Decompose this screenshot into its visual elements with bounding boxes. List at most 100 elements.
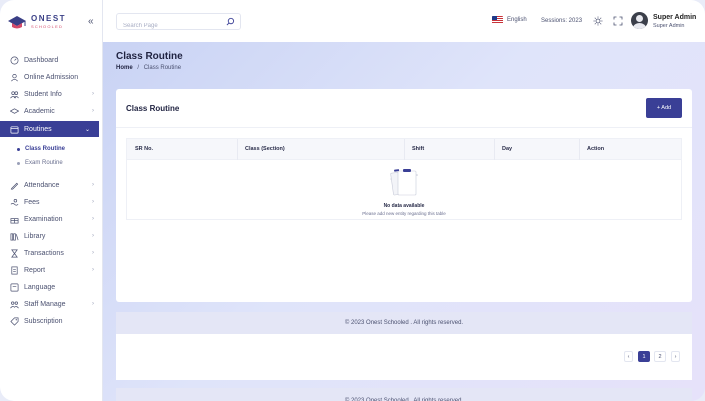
chevron-down-icon: ⌄	[84, 127, 90, 133]
sidebar-item-attendance[interactable]: Attendance ›	[0, 177, 103, 194]
column-header-action[interactable]: Action	[587, 146, 604, 152]
sidebar-item-library[interactable]: Library ›	[0, 228, 103, 245]
sidebar-subitem-label: Class Routine	[25, 146, 66, 152]
sidebar-item-subscription[interactable]: Subscription	[0, 313, 103, 330]
empty-clipboard-icon	[390, 169, 418, 196]
top-header: English Sessions: 2023 Super Admin Super…	[103, 0, 705, 42]
chevron-right-icon: ›	[92, 233, 94, 239]
sidebar-item-language[interactable]: Language	[0, 279, 103, 296]
pagination-page-2[interactable]: 2	[654, 351, 666, 362]
pagination-next-button[interactable]: ›	[671, 351, 680, 362]
collapse-sidebar-icon[interactable]: «	[88, 17, 94, 27]
theme-toggle-sun-icon[interactable]	[593, 16, 603, 26]
user-name[interactable]: Super Admin	[653, 14, 696, 21]
sidebar-item-transactions[interactable]: Transactions ›	[0, 245, 103, 262]
chevron-right-icon: ›	[92, 199, 94, 205]
table-header: SR No. Class (Section) Shift Day Action	[127, 139, 681, 160]
footer-copyright: © 2023 Onest Schooled . All rights reser…	[344, 320, 464, 326]
chevron-right-icon: ›	[92, 216, 94, 222]
sidebar-item-report[interactable]: Report ›	[0, 262, 103, 279]
footer: © 2023 Onest Schooled . All rights reser…	[116, 312, 692, 334]
sidebar-item-dashboard[interactable]: Dashboard	[0, 52, 103, 69]
main-content: Class Routine Home / Class Routine Class…	[103, 42, 705, 401]
dashboard-icon	[10, 56, 19, 65]
column-header-sr-no[interactable]: SR No.	[135, 146, 153, 152]
column-header-day[interactable]: Day	[502, 146, 512, 152]
user-icon	[11, 73, 18, 82]
breadcrumb: Home / Class Routine	[116, 65, 181, 71]
sidebar-item-label: Dashboard	[24, 57, 59, 64]
sidebar-item-label: Language	[24, 284, 56, 291]
us-flag-icon	[492, 16, 503, 24]
routine-table: SR No. Class (Section) Shift Day Action	[126, 138, 682, 220]
pen-icon	[10, 182, 19, 190]
sidebar-item-label: Fees	[24, 199, 40, 206]
session-label[interactable]: Sessions: 2023	[541, 18, 582, 24]
fullscreen-icon[interactable]	[613, 16, 623, 26]
search-box[interactable]	[116, 13, 241, 34]
search-input[interactable]	[117, 18, 217, 34]
sidebar-item-routines[interactable]: Routines ⌄	[0, 121, 99, 137]
sidebar-item-label: Library	[24, 233, 46, 240]
chevron-right-icon: ›	[92, 250, 94, 256]
sidebar-item-label: Attendance	[24, 182, 60, 189]
pagination-card: ‹ 1 2 ›	[116, 334, 692, 380]
divider	[116, 127, 692, 128]
sidebar-subitem-exam-routine[interactable]: Exam Routine	[0, 156, 103, 170]
app-window: ONEST SCHOOLED « Dashboard Online Admiss…	[0, 0, 705, 401]
sidebar-item-label: Online Admission	[24, 74, 79, 81]
chevron-right-icon: ›	[92, 108, 94, 114]
sidebar-item-academic[interactable]: Academic ›	[0, 103, 103, 120]
chevron-right-icon: ›	[92, 267, 94, 273]
sidebar-item-label: Student Info	[24, 91, 62, 98]
chevron-right-icon: ›	[92, 182, 94, 188]
column-header-class-section[interactable]: Class (Section)	[245, 146, 285, 152]
chevron-right-icon: ›	[92, 91, 94, 97]
class-routine-card: Class Routine + Add SR No. Class (Sectio…	[116, 89, 692, 302]
brand-name: ONEST	[31, 14, 67, 23]
column-divider	[579, 139, 580, 160]
sidebar-item-label: Examination	[24, 216, 63, 223]
books-icon	[10, 233, 19, 241]
breadcrumb-separator: /	[137, 65, 140, 71]
bullet-icon	[17, 161, 20, 165]
hourglass-icon	[11, 249, 18, 258]
pagination-prev-button[interactable]: ‹	[624, 351, 633, 362]
column-divider	[404, 139, 405, 160]
sidebar-subitem-label: Exam Routine	[25, 160, 63, 166]
sidebar: ONEST SCHOOLED « Dashboard Online Admiss…	[0, 0, 103, 401]
report-icon	[11, 266, 18, 275]
search-icon[interactable]	[226, 17, 235, 26]
sidebar-item-staff-manage[interactable]: Staff Manage ›	[0, 296, 103, 313]
sidebar-item-label: Transactions	[24, 250, 64, 257]
sidebar-item-label: Report	[24, 267, 46, 274]
page-title: Class Routine	[116, 51, 183, 62]
column-divider	[237, 139, 238, 160]
bullet-icon	[17, 147, 20, 151]
sidebar-item-student-info[interactable]: Student Info ›	[0, 86, 103, 103]
staff-icon	[10, 301, 19, 309]
brand-tagline: SCHOOLED	[31, 24, 64, 29]
users-icon	[10, 91, 19, 99]
avatar[interactable]	[631, 12, 648, 29]
language-icon	[10, 283, 19, 292]
breadcrumb-current: Class Routine	[143, 65, 182, 71]
gift-icon	[10, 218, 19, 224]
pagination-page-1[interactable]: 1	[638, 351, 650, 362]
sidebar-item-fees[interactable]: Fees ›	[0, 194, 103, 211]
sidebar-item-label: Subscription	[24, 318, 63, 325]
language-label: English	[507, 17, 527, 23]
chevron-right-icon: ›	[92, 301, 94, 307]
sidebar-item-label: Academic	[24, 108, 55, 115]
sidebar-nav: Dashboard Online Admission Student Info …	[0, 52, 103, 330]
breadcrumb-home-link[interactable]: Home	[116, 65, 133, 71]
tag-icon	[10, 317, 19, 326]
add-button[interactable]: + Add	[646, 98, 682, 118]
column-header-shift[interactable]: Shift	[412, 146, 424, 152]
sidebar-item-online-admission[interactable]: Online Admission	[0, 69, 103, 86]
sidebar-subitem-class-routine[interactable]: Class Routine	[0, 142, 103, 156]
sidebar-item-examination[interactable]: Examination ›	[0, 211, 103, 228]
language-selector[interactable]: English	[492, 16, 527, 24]
brand-logo[interactable]: ONEST SCHOOLED	[7, 11, 97, 35]
